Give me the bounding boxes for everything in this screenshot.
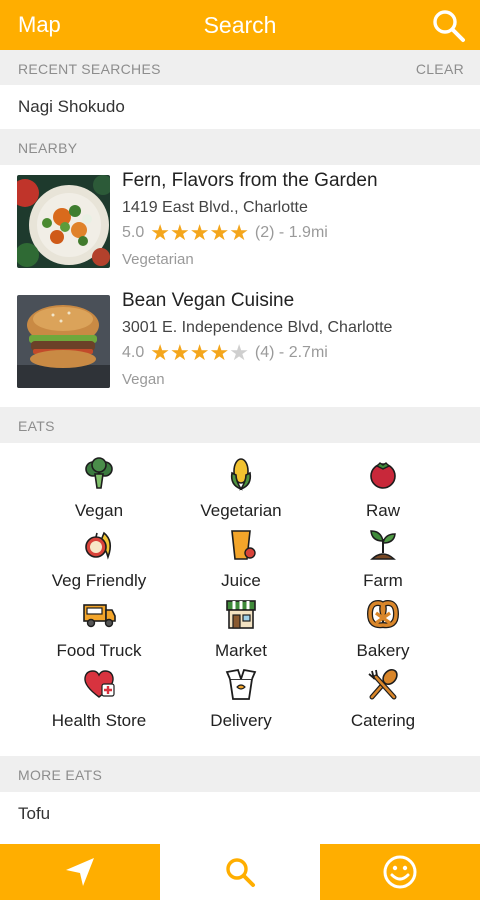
eat-market[interactable]: Market: [166, 583, 316, 660]
eat-bakery[interactable]: Bakery: [308, 583, 458, 660]
place-name: Fern, Flavors from the Garden: [122, 170, 378, 191]
rating-value: 5.0: [122, 224, 145, 241]
reviews-distance: (4) - 2.7mi: [254, 344, 328, 361]
place-address: 3001 E. Independence Blvd, Charlotte: [122, 319, 393, 336]
sprout-icon: [370, 530, 396, 560]
spoon-fork-icon: [368, 668, 398, 700]
eat-food-truck[interactable]: Food Truck: [24, 583, 174, 660]
eat-vegan[interactable]: Vegan: [24, 443, 174, 520]
smiley-icon: [383, 855, 417, 889]
search-icon: [226, 858, 255, 887]
place-name: Bean Vegan Cuisine: [122, 290, 295, 311]
nearby-place-item[interactable]: Bean Vegan Cuisine 3001 E. Independence …: [0, 287, 480, 407]
recent-searches-heading: RECENT SEARCHES: [18, 61, 161, 77]
place-category: Vegetarian: [122, 251, 194, 268]
apple-banana-icon: [85, 531, 112, 560]
place-rating: 5.0 ★ ★ ★ ★ ★ (2) - 1.9mi: [122, 221, 328, 245]
page-title: Search: [203, 12, 277, 38]
star-rating: ★ ★ ★ ★ ★: [150, 342, 249, 364]
bottom-tab-bar: [0, 844, 480, 900]
eats-grid: Vegan Vegetarian Raw Veg Friendly Juice …: [0, 443, 480, 753]
eat-label: Catering: [350, 711, 416, 730]
eat-delivery[interactable]: Delivery: [166, 653, 316, 730]
place-photo: [17, 175, 110, 268]
place-rating: 4.0 ★ ★ ★ ★ ★ (4) - 2.7mi: [122, 341, 328, 365]
recent-search-item[interactable]: Nagi Shokudo: [0, 85, 480, 129]
place-photo: [17, 295, 110, 388]
star-icon: ★: [209, 220, 230, 245]
eats-heading: EATS: [18, 418, 55, 434]
nearby-place-item[interactable]: Fern, Flavors from the Garden 1419 East …: [0, 167, 480, 287]
app-header: Map Search: [0, 0, 480, 50]
tomato-icon: [370, 462, 396, 489]
juice-glass-icon: [231, 530, 256, 560]
place-category: Vegan: [122, 371, 165, 388]
more-eats-heading: MORE EATS: [18, 767, 103, 783]
broccoli-icon: [85, 457, 113, 489]
search-icon[interactable]: [432, 9, 466, 43]
eat-label: Delivery: [210, 711, 272, 730]
star-icon: ★: [209, 340, 230, 365]
nearby-header: NEARBY: [0, 129, 480, 165]
eat-vegetarian[interactable]: Vegetarian: [166, 443, 316, 520]
place-address: 1419 East Blvd., Charlotte: [122, 199, 308, 216]
navigation-arrow-icon: [66, 858, 94, 886]
heart-plus-icon: [84, 670, 115, 698]
eat-health-store[interactable]: Health Store: [24, 653, 174, 730]
more-eats-label: Tofu: [18, 804, 51, 823]
pretzel-icon: [366, 599, 400, 629]
takeout-box-icon: [225, 668, 257, 700]
star-icon: ★: [150, 340, 170, 365]
more-eats-header: MORE EATS: [0, 756, 480, 792]
app-screen: Map Search RECENT SEARCHES CLEAR Nagi Sh…: [0, 0, 480, 900]
corn-icon: [230, 458, 252, 491]
market-stall-icon: [226, 600, 256, 629]
eats-header: EATS: [0, 407, 480, 443]
more-eats-item[interactable]: Tofu: [0, 792, 480, 836]
eat-veg-friendly[interactable]: Veg Friendly: [24, 513, 174, 590]
star-icon: ★: [189, 220, 210, 245]
star-empty-icon: ★: [229, 340, 249, 365]
star-icon: ★: [169, 340, 190, 365]
eat-farm[interactable]: Farm: [308, 513, 458, 590]
recent-searches-header: RECENT SEARCHES CLEAR: [0, 50, 480, 86]
tab-profile[interactable]: [320, 844, 480, 900]
eat-juice[interactable]: Juice: [166, 513, 316, 590]
recent-search-label: Nagi Shokudo: [18, 97, 125, 116]
star-icon: ★: [189, 340, 210, 365]
star-icon: ★: [169, 220, 190, 245]
eat-label: Health Store: [51, 711, 147, 730]
eat-catering[interactable]: Catering: [308, 653, 458, 730]
eat-raw[interactable]: Raw: [308, 443, 458, 520]
tab-search[interactable]: [160, 844, 320, 900]
food-truck-icon: [83, 604, 116, 628]
clear-button[interactable]: CLEAR: [416, 61, 464, 77]
reviews-distance: (2) - 1.9mi: [254, 224, 328, 241]
star-icon: ★: [229, 220, 249, 245]
tab-nearby[interactable]: [0, 844, 160, 900]
rating-value: 4.0: [122, 344, 145, 361]
nearby-heading: NEARBY: [18, 140, 78, 156]
star-icon: ★: [150, 220, 170, 245]
star-rating: ★ ★ ★ ★ ★: [150, 222, 249, 244]
